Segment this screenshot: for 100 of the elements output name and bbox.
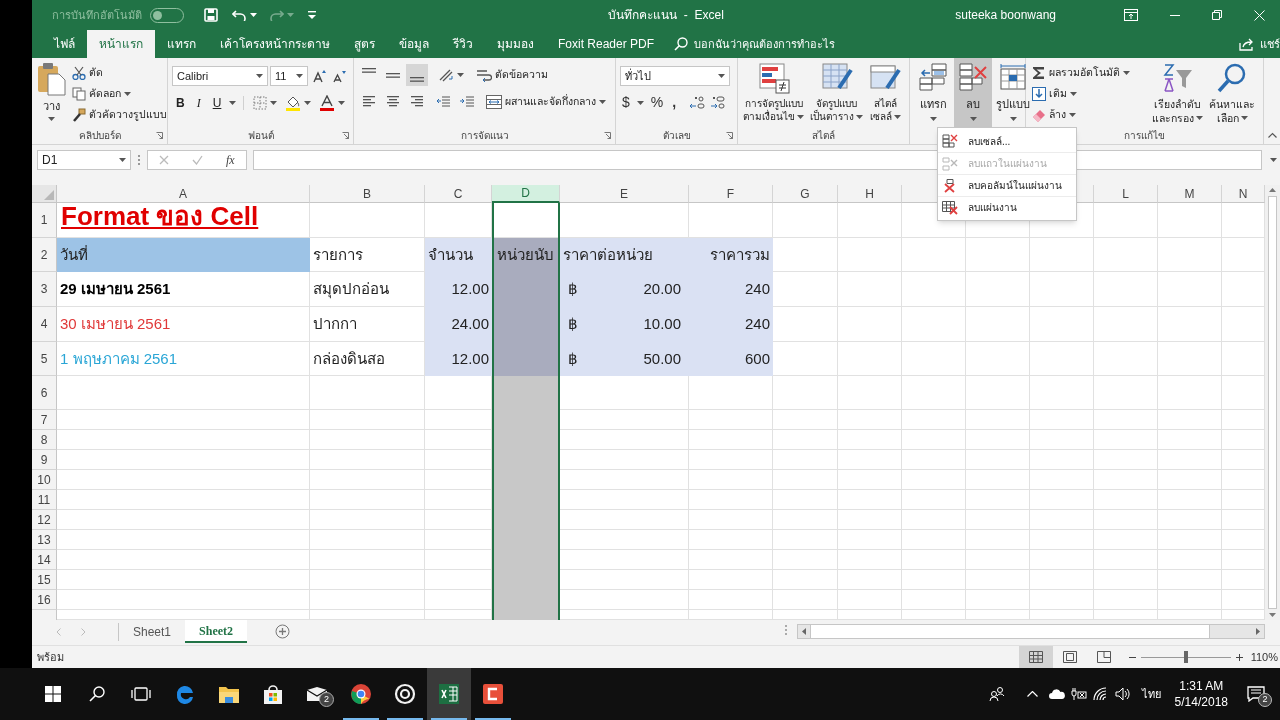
row-header[interactable]: 7 bbox=[32, 410, 57, 430]
increase-decimal-button[interactable] bbox=[689, 95, 706, 110]
menu-item[interactable]: ลบคอลัมน์ในแผ่นงาน bbox=[938, 174, 1076, 196]
ribbon-tab[interactable]: แทรก bbox=[155, 30, 208, 58]
action-center-button[interactable]: 2 bbox=[1236, 668, 1276, 720]
format-painter-button[interactable]: ตัวคัดวางรูปแบบ bbox=[70, 104, 169, 125]
row-header[interactable]: 9 bbox=[32, 450, 57, 470]
row-header[interactable]: 3 bbox=[32, 272, 57, 307]
ribbon-big-button[interactable]: ลบ bbox=[954, 58, 992, 127]
zoom-in-button[interactable] bbox=[1235, 653, 1243, 661]
undo-button[interactable] bbox=[232, 9, 257, 21]
column-header[interactable]: F bbox=[689, 185, 773, 203]
view-button[interactable] bbox=[1018, 646, 1053, 668]
horizontal-scrollbar[interactable] bbox=[797, 624, 1265, 639]
ribbon-big-button[interactable]: แทรก bbox=[914, 58, 952, 127]
save-button[interactable] bbox=[204, 8, 218, 22]
column-header[interactable]: N bbox=[1222, 185, 1265, 203]
zoom-slider[interactable] bbox=[1140, 651, 1231, 663]
dialog-launcher[interactable] bbox=[156, 132, 163, 139]
ribbon-big-button[interactable]: การจัดรูปแบบ ตามเงื่อนไข bbox=[742, 62, 805, 126]
ribbon-big-button[interactable]: รูปแบบ bbox=[994, 58, 1032, 127]
clock[interactable]: 1:31 AM 5/14/2018 bbox=[1174, 678, 1228, 710]
ribbon-big-button[interactable]: จัดรูปแบบ เป็นตาราง bbox=[809, 62, 864, 126]
language-indicator[interactable]: ไทย bbox=[1141, 685, 1161, 703]
ribbon-tab[interactable]: สูตร bbox=[342, 30, 387, 58]
close-icon bbox=[1253, 9, 1265, 21]
row-header[interactable]: 2 bbox=[32, 238, 57, 272]
sort-filter-button[interactable]: เรียงลำดับ และกรอง bbox=[1148, 62, 1206, 126]
column-header[interactable]: E bbox=[560, 185, 689, 203]
column-header[interactable]: M bbox=[1158, 185, 1222, 203]
column-header[interactable]: H bbox=[838, 185, 902, 203]
column-header[interactable]: D bbox=[492, 185, 560, 203]
column-header[interactable]: G bbox=[773, 185, 838, 203]
row-header[interactable]: 6 bbox=[32, 376, 57, 410]
caret-icon bbox=[1009, 116, 1017, 121]
currency-button[interactable]: $ bbox=[620, 92, 632, 113]
comma-button[interactable]: , bbox=[670, 92, 679, 113]
row-header[interactable]: 15 bbox=[32, 570, 57, 590]
menu-item[interactable]: ลบเซลล์... bbox=[938, 130, 1076, 152]
find-select-button[interactable]: ค้นหาและ เลือก bbox=[1206, 62, 1258, 126]
tell-me-field[interactable]: บอกฉันว่าคุณต้องการทำอะไร bbox=[674, 30, 836, 58]
menu-item[interactable]: ลบแผ่นงาน bbox=[938, 196, 1076, 218]
row-header[interactable]: 1 bbox=[32, 203, 57, 238]
cut-button[interactable]: ตัด bbox=[70, 62, 105, 83]
dialog-launcher[interactable] bbox=[604, 132, 611, 139]
font-size-field[interactable]: 11 bbox=[270, 66, 308, 86]
ribbon-tab[interactable]: ข้อมูล bbox=[387, 30, 441, 58]
fill-button[interactable]: เติม bbox=[1030, 83, 1142, 104]
ribbon-tab[interactable]: รีวิว bbox=[441, 30, 485, 58]
ribbon-tab[interactable]: หน้าแรก bbox=[87, 30, 155, 58]
cancel-icon bbox=[159, 155, 170, 165]
customize-button[interactable] bbox=[308, 11, 316, 19]
bold-button[interactable]: B bbox=[172, 93, 189, 112]
collapse-ribbon-button[interactable] bbox=[1267, 132, 1277, 138]
font-name-field[interactable]: Calibri bbox=[172, 66, 268, 86]
sheet-tab[interactable]: Sheet1 bbox=[119, 620, 186, 643]
row-header[interactable]: 11 bbox=[32, 490, 57, 510]
insert-function-button[interactable]: fx bbox=[225, 151, 235, 169]
taskbar-app[interactable]: 2 bbox=[295, 668, 339, 720]
underline-button[interactable]: U bbox=[208, 93, 226, 112]
column-header[interactable]: C bbox=[425, 185, 492, 203]
ribbon-tab[interactable]: Foxit Reader PDF bbox=[546, 30, 667, 58]
row-header[interactable]: 8 bbox=[32, 430, 57, 450]
share-button[interactable]: แชร์ bbox=[1239, 30, 1280, 58]
name-box[interactable]: D1 bbox=[37, 150, 131, 170]
bottom-align-button[interactable] bbox=[406, 64, 428, 86]
ribbon-tab[interactable]: เค้าโครงหน้ากระดาษ bbox=[208, 30, 342, 58]
row-header[interactable]: 10 bbox=[32, 470, 57, 490]
shrink-font-button[interactable] bbox=[330, 69, 348, 83]
clear-button[interactable]: ล้าง bbox=[1030, 104, 1142, 125]
font-color-button[interactable] bbox=[317, 92, 348, 113]
caret-icon bbox=[270, 100, 278, 105]
row-header[interactable]: 12 bbox=[32, 510, 57, 530]
percent-button[interactable]: % bbox=[648, 92, 666, 113]
row-header[interactable]: 13 bbox=[32, 530, 57, 550]
row-header[interactable]: 16 bbox=[32, 590, 57, 610]
column-header[interactable]: B bbox=[310, 185, 425, 203]
column-header[interactable]: A bbox=[57, 185, 310, 203]
copy-button[interactable]: คัดลอก bbox=[70, 83, 133, 104]
column-header[interactable]: L bbox=[1094, 185, 1158, 203]
autosum-button[interactable]: ผลรวมอัตโนมัติ bbox=[1030, 62, 1142, 83]
dialog-launcher[interactable] bbox=[726, 132, 733, 139]
zoom-level[interactable]: 110% bbox=[1250, 648, 1278, 666]
ribbon-tab[interactable]: ไฟล์ bbox=[42, 30, 87, 58]
paste-button[interactable]: วาง bbox=[36, 62, 66, 126]
bottom-align-icon bbox=[410, 77, 424, 82]
italic-button[interactable]: I bbox=[192, 93, 205, 112]
merge-center-button[interactable]: ผสานและจัดกึ่งกลาง bbox=[484, 91, 608, 113]
decrease-decimal-button[interactable] bbox=[710, 95, 727, 110]
row-header[interactable]: 4 bbox=[32, 307, 57, 342]
row-header[interactable]: 5 bbox=[32, 342, 57, 376]
add-sheet-button[interactable] bbox=[275, 624, 291, 639]
sheet-tab[interactable]: Sheet2 bbox=[185, 620, 248, 643]
ribbon-big-button[interactable]: สไตล์ เซลล์ bbox=[868, 62, 902, 126]
wrap-text-button[interactable]: ตัดข้อความ bbox=[474, 64, 550, 86]
dialog-launcher[interactable] bbox=[342, 132, 349, 139]
ribbon-tab[interactable]: มุมมอง bbox=[485, 30, 546, 58]
number-format-field[interactable]: ทั่วไป bbox=[620, 66, 730, 86]
grow-font-button[interactable] bbox=[310, 69, 328, 83]
row-header[interactable]: 14 bbox=[32, 550, 57, 570]
